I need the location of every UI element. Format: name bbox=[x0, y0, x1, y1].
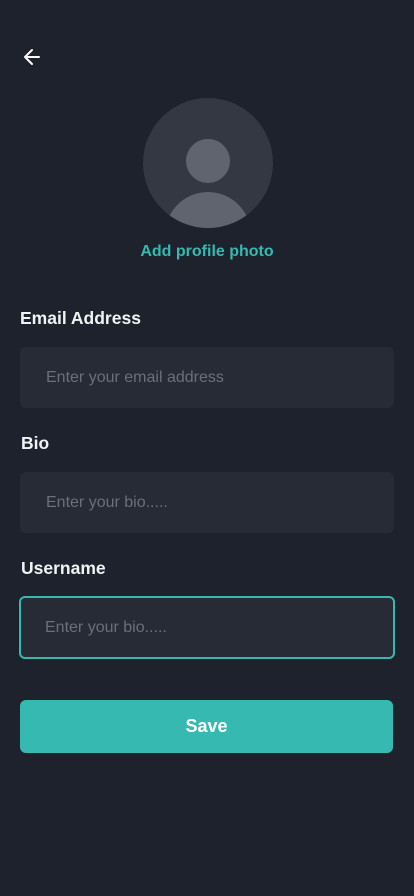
user-placeholder-icon-body bbox=[165, 192, 251, 228]
email-label: Email Address bbox=[20, 308, 141, 328]
add-profile-photo-link[interactable]: Add profile photo bbox=[0, 243, 414, 261]
bio-field[interactable] bbox=[20, 472, 394, 533]
email-field[interactable] bbox=[20, 347, 394, 408]
username-field[interactable] bbox=[19, 596, 395, 659]
edit-profile-screen: Add profile photo Email Address Bio User… bbox=[0, 0, 414, 896]
back-button[interactable] bbox=[20, 45, 44, 69]
username-label: Username bbox=[21, 558, 106, 578]
avatar[interactable] bbox=[143, 98, 273, 228]
user-placeholder-icon-head bbox=[186, 139, 230, 183]
save-button[interactable]: Save bbox=[20, 700, 393, 753]
arrow-left-icon bbox=[24, 49, 40, 65]
bio-label: Bio bbox=[21, 433, 50, 453]
